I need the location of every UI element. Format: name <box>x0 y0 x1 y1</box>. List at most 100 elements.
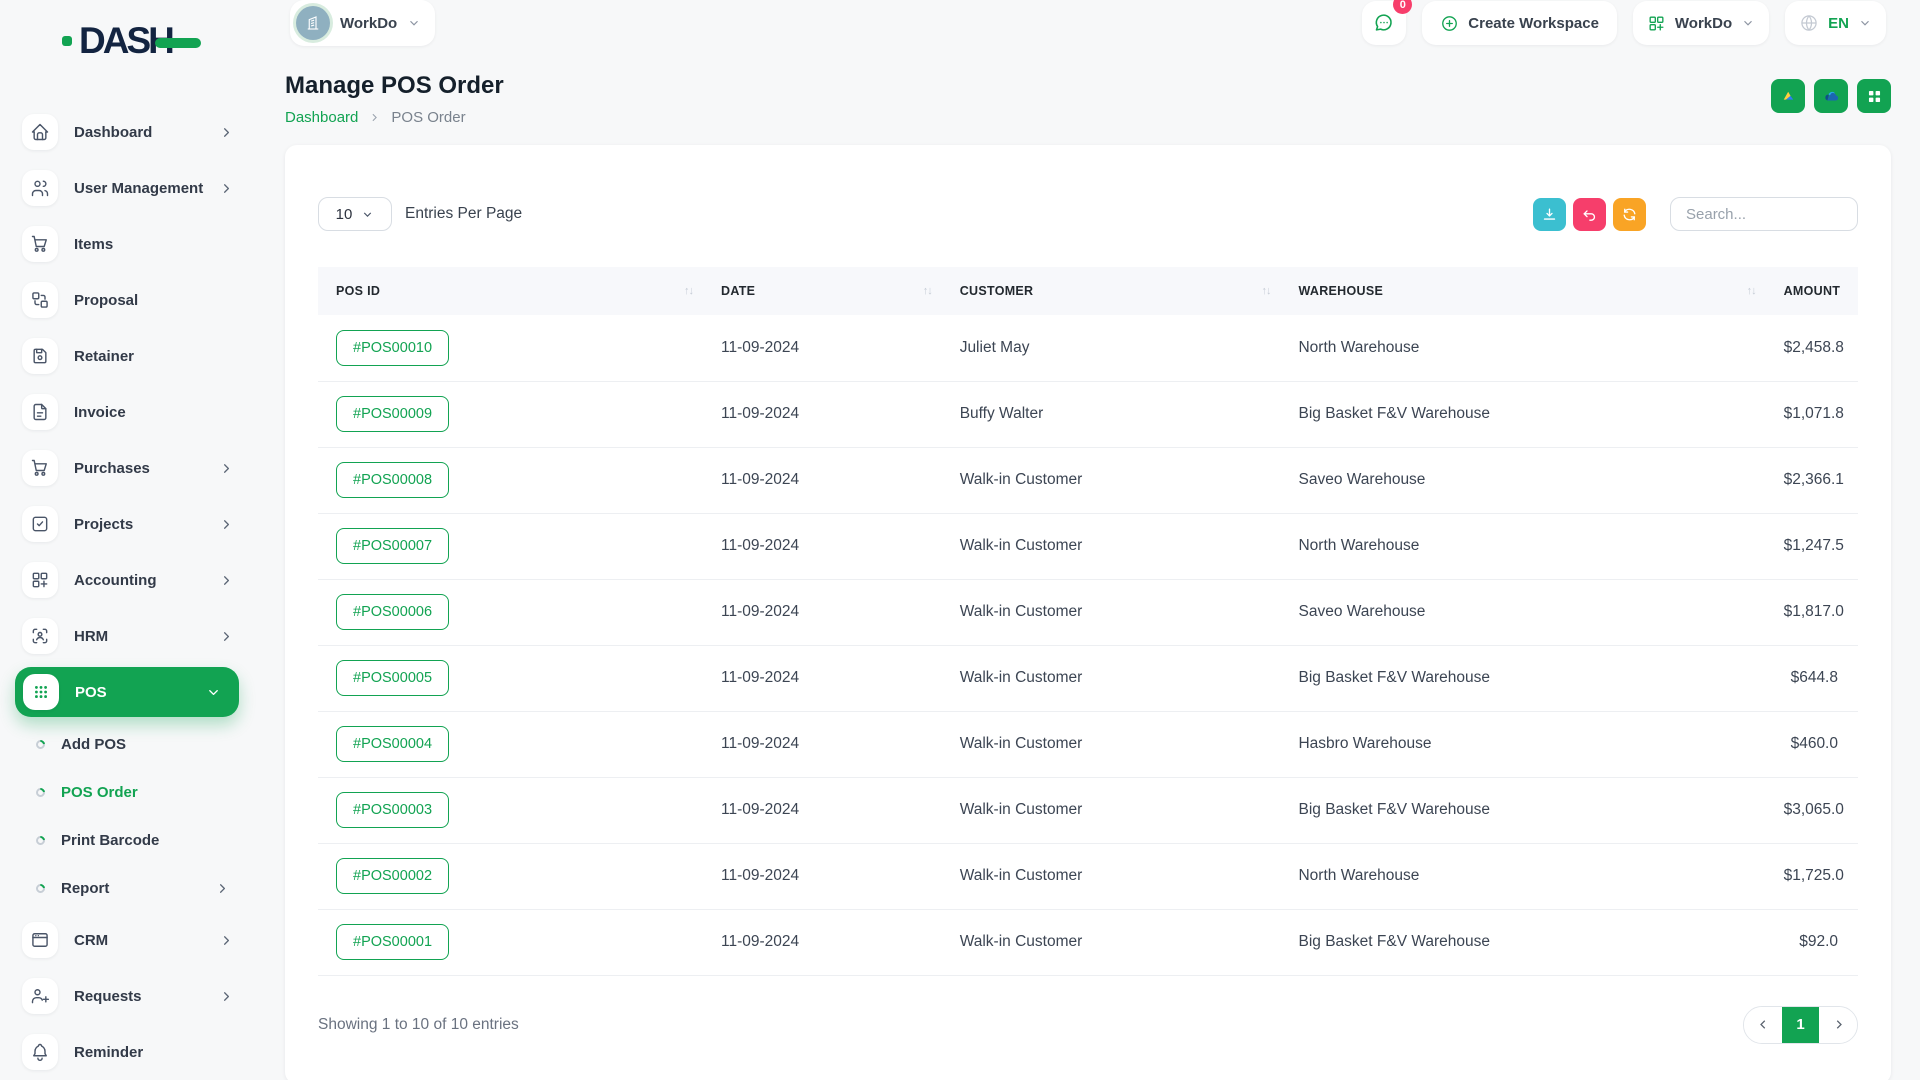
table-footer: Showing 1 to 10 of 10 entries 1 <box>318 1006 1858 1044</box>
sidebar: DASH Dashboard User Management Items Pro… <box>0 0 260 1080</box>
sidebar-item-reminder[interactable]: Reminder <box>0 1024 260 1080</box>
order-customer: Walk-in Customer <box>942 711 1281 777</box>
chevron-right-icon <box>219 517 234 532</box>
pos-id-badge[interactable]: #POS00001 <box>336 924 449 960</box>
file-invoice-icon <box>22 394 58 430</box>
messages-button[interactable]: 0 <box>1362 1 1406 45</box>
sidebar-item-retainer[interactable]: Retainer <box>0 328 260 384</box>
pos-order-row: #POS00005 11-09-2024 Walk-in Customer Bi… <box>318 645 1858 711</box>
bullet-icon <box>34 738 47 751</box>
workdo-menu-button[interactable]: WorkDo <box>1633 1 1769 45</box>
chevron-right-icon <box>215 881 230 896</box>
order-warehouse: Big Basket F&V Warehouse <box>1280 645 1765 711</box>
chevron-right-icon <box>219 933 234 948</box>
previous-page-button[interactable] <box>1744 1007 1782 1043</box>
entries-per-page-select[interactable]: 10 <box>318 197 392 231</box>
column-header-pos-id[interactable]: POS ID↑↓ <box>318 267 703 315</box>
refresh-icon <box>1621 206 1638 223</box>
sidebar-item-pos[interactable]: POS <box>15 667 239 717</box>
create-workspace-button[interactable]: Create Workspace <box>1422 1 1617 45</box>
breadcrumb-current: POS Order <box>391 109 465 126</box>
table-controls: 10 Entries Per Page <box>318 197 1858 231</box>
bullet-icon <box>34 786 47 799</box>
pos-id-badge[interactable]: #POS00002 <box>336 858 449 894</box>
sidebar-item-hrm[interactable]: HRM <box>0 608 260 664</box>
google-drive-button[interactable] <box>1771 79 1805 113</box>
pos-submenu: Add POS POS Order Print Barcode Report <box>0 720 260 912</box>
order-warehouse: Hasbro Warehouse <box>1280 711 1765 777</box>
order-customer: Walk-in Customer <box>942 579 1281 645</box>
pos-order-row: #POS00001 11-09-2024 Walk-in Customer Bi… <box>318 909 1858 975</box>
grid-icon <box>1865 87 1884 106</box>
sidebar-item-invoice[interactable]: Invoice <box>0 384 260 440</box>
column-header-customer[interactable]: CUSTOMER↑↓ <box>942 267 1281 315</box>
sidebar-item-crm[interactable]: CRM <box>0 912 260 968</box>
export-button[interactable] <box>1533 198 1566 231</box>
transfer-icon <box>22 282 58 318</box>
grid-view-button[interactable] <box>1857 79 1891 113</box>
sidebar-item-projects[interactable]: Projects <box>0 496 260 552</box>
chevron-right-icon <box>219 989 234 1004</box>
pos-id-badge[interactable]: #POS00009 <box>336 396 449 432</box>
pos-id-badge[interactable]: #POS00010 <box>336 330 449 366</box>
chevron-right-icon <box>368 111 381 124</box>
sidebar-item-accounting[interactable]: Accounting <box>0 552 260 608</box>
bell-icon <box>22 1034 58 1070</box>
order-customer: Walk-in Customer <box>942 645 1281 711</box>
pos-id-badge[interactable]: #POS00006 <box>336 594 449 630</box>
order-date: 11-09-2024 <box>703 513 942 579</box>
order-warehouse: North Warehouse <box>1280 843 1765 909</box>
order-warehouse: Saveo Warehouse <box>1280 579 1765 645</box>
order-amount: $92.0 <box>1766 909 1858 975</box>
sidebar-item-items[interactable]: Items <box>0 216 260 272</box>
user-plus-icon <box>22 978 58 1014</box>
refresh-button[interactable] <box>1613 198 1646 231</box>
pos-orders-table: POS ID↑↓ DATE↑↓ CUSTOMER↑↓ WAREHOUSE↑↓ A… <box>318 267 1858 976</box>
sidebar-nav: Dashboard User Management Items Proposal… <box>0 104 260 1080</box>
order-date: 11-09-2024 <box>703 579 942 645</box>
topbar: WorkDo 0 Create Workspace WorkDo EN <box>260 0 1920 46</box>
pos-id-badge[interactable]: #POS00004 <box>336 726 449 762</box>
sidebar-subitem-add-pos[interactable]: Add POS <box>0 720 260 768</box>
search-input[interactable] <box>1670 197 1858 231</box>
home-icon <box>22 114 58 150</box>
sidebar-item-dashboard[interactable]: Dashboard <box>0 104 260 160</box>
pos-order-row: #POS00008 11-09-2024 Walk-in Customer Sa… <box>318 447 1858 513</box>
pos-order-row: #POS00002 11-09-2024 Walk-in Customer No… <box>318 843 1858 909</box>
grid-plus-icon <box>1647 14 1666 33</box>
pos-id-badge[interactable]: #POS00003 <box>336 792 449 828</box>
sidebar-subitem-print-barcode[interactable]: Print Barcode <box>0 816 260 864</box>
pos-id-badge[interactable]: #POS00005 <box>336 660 449 696</box>
language-selector[interactable]: EN <box>1785 1 1886 45</box>
column-header-amount[interactable]: AMOUNT <box>1766 267 1858 315</box>
breadcrumb-dashboard-link[interactable]: Dashboard <box>285 109 358 126</box>
pagination: 1 <box>1743 1006 1858 1044</box>
workspace-switcher[interactable]: WorkDo <box>290 0 435 46</box>
reset-button[interactable] <box>1573 198 1606 231</box>
workspace-avatar <box>296 6 330 40</box>
order-customer: Walk-in Customer <box>942 777 1281 843</box>
entries-per-page-label: Entries Per Page <box>405 205 522 223</box>
onedrive-button[interactable] <box>1814 79 1848 113</box>
column-header-date[interactable]: DATE↑↓ <box>703 267 942 315</box>
chevron-right-icon <box>219 125 234 140</box>
sidebar-subitem-pos-order[interactable]: POS Order <box>0 768 260 816</box>
current-page-button[interactable]: 1 <box>1782 1007 1819 1043</box>
order-amount: $2,458.8 <box>1766 315 1858 381</box>
sidebar-subitem-report[interactable]: Report <box>0 864 260 912</box>
sidebar-item-user-management[interactable]: User Management <box>0 160 260 216</box>
order-warehouse: Big Basket F&V Warehouse <box>1280 777 1765 843</box>
page-title: Manage POS Order <box>285 72 504 100</box>
globe-icon <box>1799 13 1819 33</box>
chat-icon <box>1373 12 1395 34</box>
sidebar-item-purchases[interactable]: Purchases <box>0 440 260 496</box>
pos-id-badge[interactable]: #POS00008 <box>336 462 449 498</box>
order-amount: $2,366.1 <box>1766 447 1858 513</box>
sidebar-item-proposal[interactable]: Proposal <box>0 272 260 328</box>
next-page-button[interactable] <box>1819 1007 1857 1043</box>
column-header-warehouse[interactable]: WAREHOUSE↑↓ <box>1280 267 1765 315</box>
pos-id-badge[interactable]: #POS00007 <box>336 528 449 564</box>
users-icon <box>22 170 58 206</box>
sidebar-item-requests[interactable]: Requests <box>0 968 260 1024</box>
sort-icon: ↑↓ <box>684 285 693 297</box>
